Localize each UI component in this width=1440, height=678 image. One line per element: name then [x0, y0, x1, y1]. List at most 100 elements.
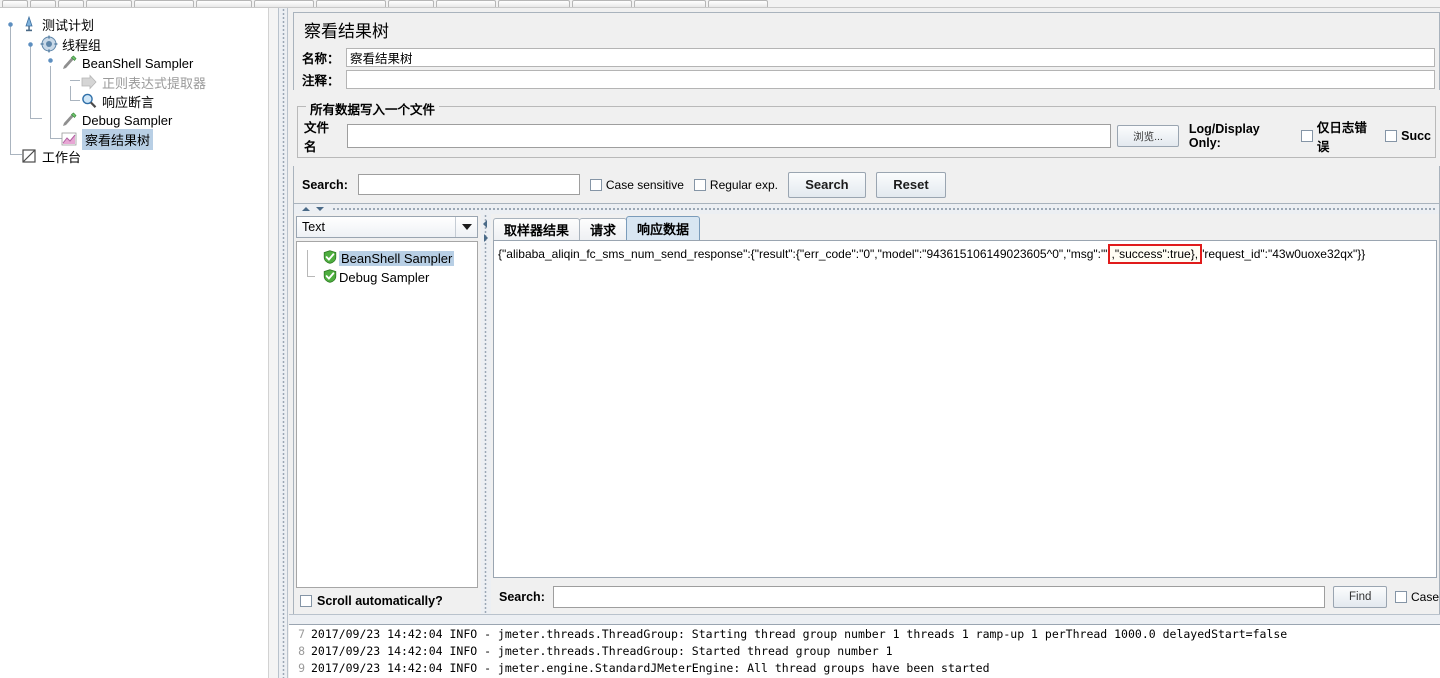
- tree-connector: [70, 80, 80, 81]
- browse-button[interactable]: 浏览...: [1117, 125, 1179, 147]
- tree-expand-handle[interactable]: [26, 40, 35, 49]
- toolbar[interactable]: [0, 0, 1440, 8]
- find-button[interactable]: Find: [1333, 586, 1387, 608]
- log-line-text: 2017/09/23 14:42:04 INFO - jmeter.thread…: [311, 643, 893, 658]
- toolbar-button[interactable]: [316, 0, 386, 7]
- sampler-icon: [60, 54, 78, 72]
- tree-item-debug-sampler[interactable]: Debug Sampler: [60, 110, 172, 130]
- errors-only-checkbox[interactable]: 仅日志错误: [1300, 117, 1379, 155]
- tree-item-regex-extractor[interactable]: 正则表达式提取器: [80, 72, 206, 92]
- toolbar-button[interactable]: [436, 0, 496, 7]
- tree-scrollbar[interactable]: [268, 8, 278, 678]
- success-shield-icon: [323, 269, 337, 286]
- reset-button[interactable]: Reset: [875, 171, 946, 198]
- toolbar-button[interactable]: [388, 0, 434, 7]
- tree-expand-handle[interactable]: [6, 20, 15, 29]
- tab-response-data[interactable]: 响应数据: [626, 216, 701, 240]
- tab-request[interactable]: 请求: [579, 218, 628, 240]
- find-input[interactable]: [552, 586, 1326, 608]
- tree-item-workbench[interactable]: 工作台: [20, 146, 81, 166]
- search-input[interactable]: [357, 174, 580, 195]
- response-highlight: ,"success":true},: [1107, 244, 1203, 264]
- collapse-left-arrow[interactable]: [483, 220, 487, 228]
- search-button[interactable]: Search: [787, 171, 866, 198]
- assertion-icon: [80, 92, 98, 110]
- response-text-after: "request_id":"43w0uoxe32qx"}}: [1200, 247, 1366, 261]
- results-detail-panel: 取样器结果 请求 响应数据 {"alibaba_aliqin_fc_sms_nu…: [491, 214, 1440, 614]
- collapse-right-arrow[interactable]: [484, 234, 488, 242]
- regular-exp-checkbox[interactable]: Regular exp.: [693, 177, 778, 192]
- checkbox-label: Regular exp.: [709, 177, 778, 192]
- response-data-view[interactable]: {"alibaba_aliqin_fc_sms_num_send_respons…: [493, 240, 1437, 578]
- log-split-divider[interactable]: [289, 614, 1440, 624]
- toolbar-button[interactable]: [498, 0, 570, 7]
- checkbox-label: Succ: [1401, 129, 1431, 143]
- toolbar-button[interactable]: [30, 0, 56, 7]
- log-line-number: 7: [298, 626, 305, 641]
- tree-item-label: 正则表达式提取器: [102, 75, 207, 91]
- collapse-down-arrow[interactable]: [316, 207, 324, 211]
- write-all-data-to-file-group: 所有数据写入一个文件 文件名 浏览... Log/Display Only: 仅…: [297, 99, 1436, 158]
- tree-item-test-plan[interactable]: 测试计划: [20, 14, 94, 34]
- tree-item-thread-group[interactable]: 线程组: [40, 34, 101, 54]
- sampler-result-list[interactable]: BeanShell Sampler Debug Sampler: [296, 241, 478, 588]
- test-plan-tree[interactable]: 测试计划 线程组 BeanShell Sampler 正则表达式提取器 响应断言…: [0, 8, 278, 678]
- page-title: 察看结果树: [293, 12, 1440, 46]
- comment-label: 注释：: [302, 73, 340, 88]
- checkbox-box[interactable]: [693, 178, 706, 191]
- renderer-select[interactable]: Text: [296, 216, 478, 238]
- toolbar-button[interactable]: [2, 0, 28, 7]
- log-line-number: 8: [298, 643, 305, 658]
- checkbox-box[interactable]: [1300, 130, 1313, 142]
- file-group-title: 所有数据写入一个文件: [306, 99, 440, 118]
- post-processor-icon: [80, 73, 98, 91]
- comment-input[interactable]: [346, 69, 1435, 89]
- filename-input[interactable]: [347, 124, 1112, 148]
- log-line-text: 2017/09/23 14:42:04 INFO - jmeter.thread…: [311, 626, 1288, 641]
- test-plan-icon: [20, 15, 38, 33]
- comment-row: 注释：: [293, 68, 1440, 90]
- checkbox-box[interactable]: [300, 595, 312, 607]
- success-shield-icon: [323, 250, 337, 267]
- search-toolbar: Search: Case sensitive Regular exp. Sear…: [293, 166, 1440, 204]
- tree-item-beanshell-sampler[interactable]: BeanShell Sampler: [60, 53, 193, 73]
- tree-item-label: 工作台: [42, 149, 82, 165]
- name-row: 名称： 察看结果树: [293, 46, 1440, 68]
- workbench-icon: [20, 147, 38, 165]
- checkbox-box[interactable]: [1394, 591, 1407, 603]
- checkbox-box[interactable]: [589, 178, 602, 191]
- scroll-automatically-checkbox[interactable]: Scroll automatically?: [300, 594, 443, 608]
- toolbar-button[interactable]: [254, 0, 314, 7]
- toolbar-button[interactable]: [572, 0, 632, 7]
- name-input[interactable]: 察看结果树: [346, 47, 1435, 67]
- tree-connector: [10, 26, 11, 154]
- find-case-checkbox[interactable]: Case: [1394, 590, 1439, 604]
- results-inner-divider[interactable]: [481, 214, 491, 614]
- tree-connector: [30, 118, 42, 119]
- list-item[interactable]: BeanShell Sampler: [297, 249, 477, 268]
- list-item[interactable]: Debug Sampler: [297, 268, 477, 287]
- toolbar-button[interactable]: [634, 0, 706, 7]
- checkbox-box[interactable]: [1385, 130, 1398, 142]
- toolbar-button[interactable]: [134, 0, 194, 7]
- collapse-up-arrow[interactable]: [302, 207, 310, 211]
- tree-item-label: 测试计划: [42, 17, 95, 33]
- results-split-divider[interactable]: [293, 204, 1440, 214]
- toolbar-button[interactable]: [58, 0, 84, 7]
- results-tabs[interactable]: 取样器结果 请求 响应数据: [493, 216, 701, 240]
- tab-sampler-result[interactable]: 取样器结果: [493, 218, 581, 240]
- tree-expand-handle[interactable]: [46, 56, 55, 65]
- tree-connector: [50, 66, 51, 138]
- toolbar-button[interactable]: [196, 0, 252, 7]
- successes-only-checkbox[interactable]: Succ: [1385, 129, 1431, 143]
- chevron-down-icon[interactable]: [455, 217, 477, 237]
- tree-item-response-assertion[interactable]: 响应断言: [80, 91, 154, 111]
- toolbar-button[interactable]: [708, 0, 768, 7]
- main-split-divider[interactable]: [278, 8, 288, 678]
- view-results-tree-panel: 察看结果树 名称： 察看结果树 注释： 所有数据写入一个文件 文件名 浏览...…: [289, 8, 1440, 678]
- toolbar-button[interactable]: [86, 0, 132, 7]
- case-sensitive-checkbox[interactable]: Case sensitive: [589, 178, 684, 192]
- log-line: 8 2017/09/23 14:42:04 INFO - jmeter.thre…: [289, 642, 1440, 659]
- log-output-panel[interactable]: 7 2017/09/23 14:42:04 INFO - jmeter.thre…: [289, 624, 1440, 678]
- log-display-only-label: Log/Display Only:: [1188, 122, 1260, 150]
